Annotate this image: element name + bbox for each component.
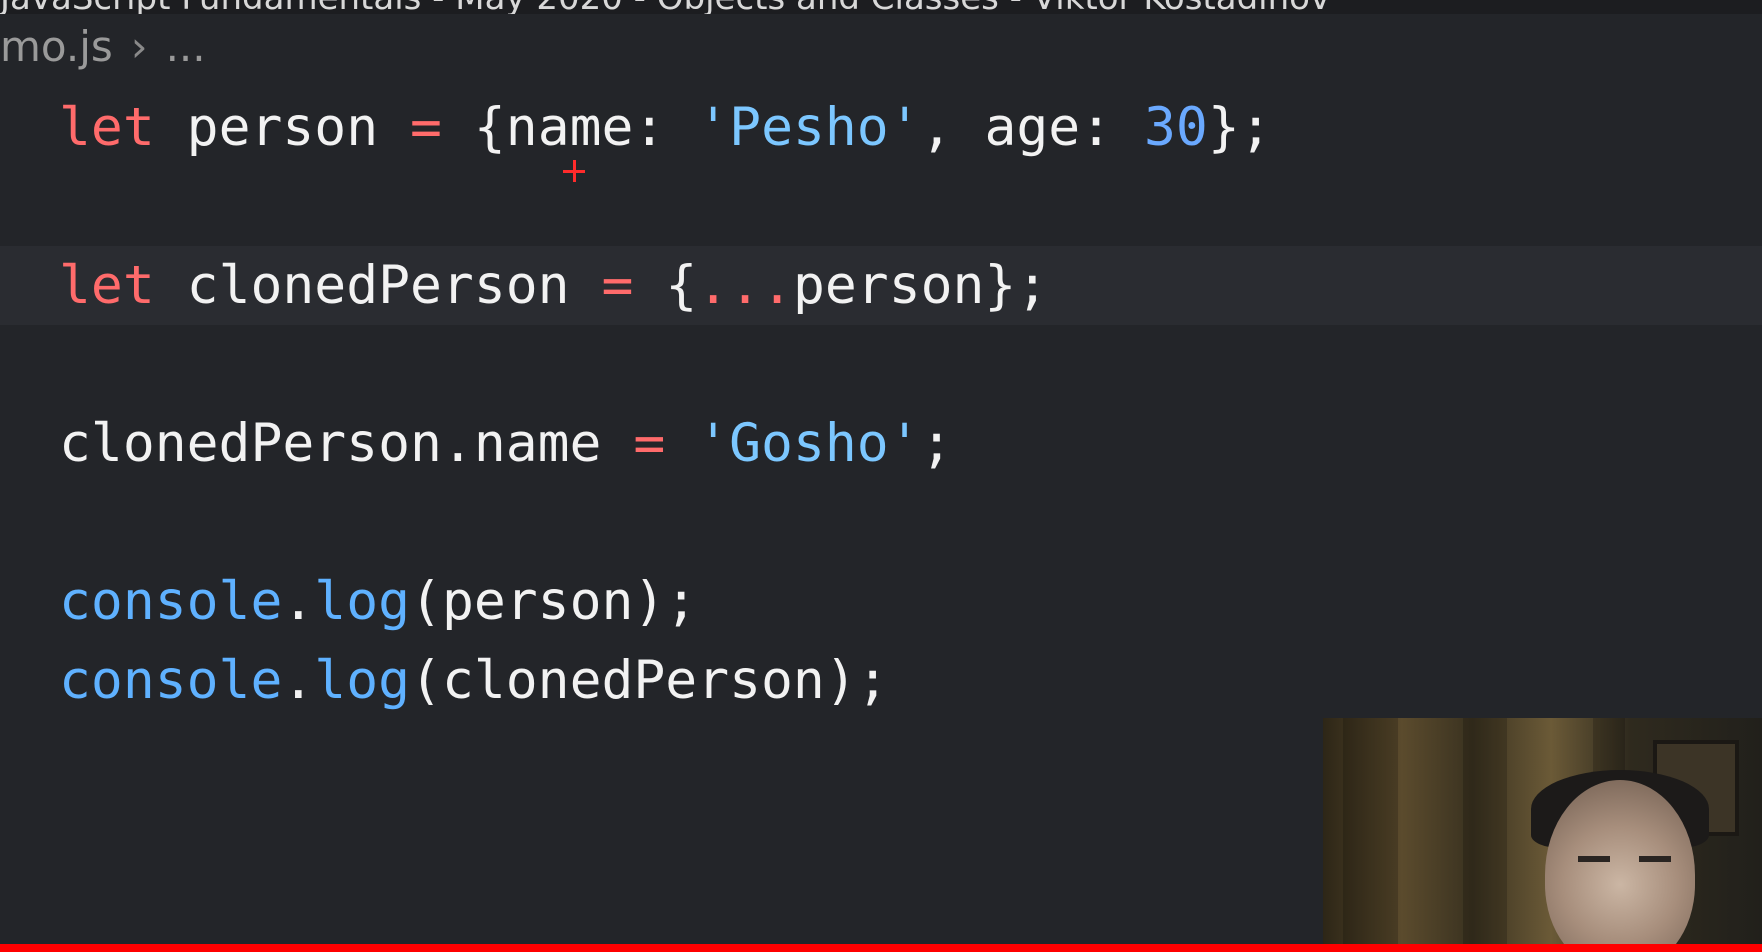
webcam-overlay bbox=[1323, 718, 1762, 944]
identifier: clonedPerson bbox=[186, 255, 570, 316]
code-line-4[interactable]: console.log(person); bbox=[0, 562, 1762, 641]
code-line-5[interactable]: console.log(clonedPerson); bbox=[0, 641, 1762, 720]
object-close: }; bbox=[1207, 97, 1272, 158]
string-literal: 'Pesho' bbox=[697, 97, 921, 158]
breadcrumb-file[interactable]: mo.js bbox=[0, 22, 113, 71]
red-crosshair-icon bbox=[563, 160, 585, 182]
operator: = bbox=[633, 413, 666, 474]
code-line-1[interactable]: let person = {name: 'Pesho', age: 30}; bbox=[0, 88, 1762, 167]
member-expression: clonedPerson.name bbox=[59, 413, 602, 474]
call-args: (clonedPerson); bbox=[410, 650, 889, 711]
identifier: person bbox=[186, 97, 379, 158]
spread-operator: ... bbox=[697, 255, 793, 316]
breadcrumb-more[interactable]: ... bbox=[166, 22, 206, 71]
number-literal: 30 bbox=[1144, 97, 1208, 158]
keyword: let bbox=[59, 255, 155, 316]
breadcrumb[interactable]: mo.js › ... bbox=[0, 18, 206, 74]
dot: . bbox=[282, 571, 315, 632]
console-object: console bbox=[59, 650, 283, 711]
console-object: console bbox=[59, 571, 283, 632]
semicolon: ; bbox=[920, 413, 953, 474]
string-literal: 'Gosho' bbox=[697, 413, 921, 474]
object-middle: , age: bbox=[920, 97, 1144, 158]
code-line-3[interactable]: clonedPerson.name = 'Gosho'; bbox=[0, 404, 1762, 483]
presenter-right-brow bbox=[1639, 856, 1671, 862]
dot: . bbox=[282, 650, 315, 711]
code-line-blank[interactable] bbox=[0, 167, 1762, 246]
video-title: JavaScript Fundamentals - May 2020 - Obj… bbox=[0, 0, 1330, 14]
video-progress-bar[interactable] bbox=[0, 944, 1762, 952]
log-method: log bbox=[314, 571, 411, 632]
code-editor[interactable]: let person = {name: 'Pesho', age: 30}; l… bbox=[0, 88, 1762, 720]
code-line-2[interactable]: let clonedPerson = {...person}; bbox=[0, 246, 1762, 325]
screen: JavaScript Fundamentals - May 2020 - Obj… bbox=[0, 0, 1762, 952]
object-open: { bbox=[665, 255, 698, 316]
code-line-blank[interactable] bbox=[0, 483, 1762, 562]
code-line-blank[interactable] bbox=[0, 325, 1762, 404]
log-method: log bbox=[314, 650, 411, 711]
video-title-strip: JavaScript Fundamentals - May 2020 - Obj… bbox=[0, 0, 1762, 14]
presenter-left-brow bbox=[1578, 856, 1610, 862]
operator: = bbox=[601, 255, 634, 316]
object-open: {name: bbox=[473, 97, 698, 158]
chevron-right-icon: › bbox=[130, 21, 148, 71]
keyword: let bbox=[59, 97, 155, 158]
spread-target: person}; bbox=[792, 255, 1049, 316]
operator: = bbox=[410, 97, 442, 158]
call-args: (person); bbox=[410, 571, 698, 632]
